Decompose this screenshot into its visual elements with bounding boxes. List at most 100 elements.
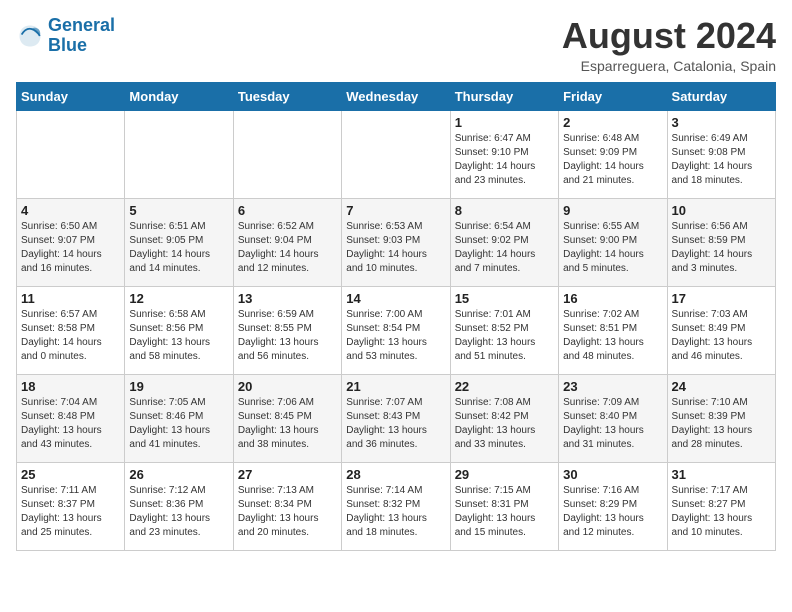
day-info: Sunrise: 6:49 AM Sunset: 9:08 PM Dayligh… xyxy=(672,132,771,188)
day-number: 26 xyxy=(129,467,228,482)
calendar-cell: 10 Sunrise: 6:56 AM Sunset: 8:59 PM Dayli… xyxy=(667,198,775,286)
page-header: General Blue August 2024 Esparreguera, C… xyxy=(16,16,776,74)
day-number: 3 xyxy=(672,115,771,130)
calendar-cell: 25 Sunrise: 7:11 AM Sunset: 8:37 PM Dayli… xyxy=(17,462,125,550)
calendar-cell: 21 Sunrise: 7:07 AM Sunset: 8:43 PM Dayli… xyxy=(342,374,450,462)
calendar-week-row: 18 Sunrise: 7:04 AM Sunset: 8:48 PM Dayli… xyxy=(17,374,776,462)
calendar-cell: 27 Sunrise: 7:13 AM Sunset: 8:34 PM Dayli… xyxy=(233,462,341,550)
calendar: SundayMondayTuesdayWednesdayThursdayFrid… xyxy=(16,82,776,551)
weekday-header: Monday xyxy=(125,82,233,110)
logo: General Blue xyxy=(16,16,115,56)
calendar-week-row: 25 Sunrise: 7:11 AM Sunset: 8:37 PM Dayli… xyxy=(17,462,776,550)
location: Esparreguera, Catalonia, Spain xyxy=(562,58,776,74)
title-block: August 2024 Esparreguera, Catalonia, Spa… xyxy=(562,16,776,74)
calendar-cell: 24 Sunrise: 7:10 AM Sunset: 8:39 PM Dayli… xyxy=(667,374,775,462)
calendar-cell: 8Sunrise: 6:54 AM Sunset: 9:02 PM Daylig… xyxy=(450,198,558,286)
day-number: 15 xyxy=(455,291,554,306)
day-number: 23 xyxy=(563,379,662,394)
day-info: Sunrise: 7:10 AM Sunset: 8:39 PM Dayligh… xyxy=(672,396,771,452)
day-info: Sunrise: 7:07 AM Sunset: 8:43 PM Dayligh… xyxy=(346,396,445,452)
day-info: Sunrise: 7:15 AM Sunset: 8:31 PM Dayligh… xyxy=(455,484,554,540)
day-number: 29 xyxy=(455,467,554,482)
month-year: August 2024 xyxy=(562,16,776,56)
calendar-cell: 19 Sunrise: 7:05 AM Sunset: 8:46 PM Dayli… xyxy=(125,374,233,462)
day-number: 24 xyxy=(672,379,771,394)
day-info: Sunrise: 7:05 AM Sunset: 8:46 PM Dayligh… xyxy=(129,396,228,452)
day-info: Sunrise: 7:12 AM Sunset: 8:36 PM Dayligh… xyxy=(129,484,228,540)
day-info: Sunrise: 6:54 AM Sunset: 9:02 PM Dayligh… xyxy=(455,220,554,276)
calendar-week-row: 11Sunrise: 6:57 AM Sunset: 8:58 PM Dayli… xyxy=(17,286,776,374)
calendar-cell: 5Sunrise: 6:51 AM Sunset: 9:05 PM Daylig… xyxy=(125,198,233,286)
day-number: 6 xyxy=(238,203,337,218)
day-number: 12 xyxy=(129,291,228,306)
calendar-cell: 1Sunrise: 6:47 AM Sunset: 9:10 PM Daylig… xyxy=(450,110,558,198)
day-number: 13 xyxy=(238,291,337,306)
calendar-cell: 31 Sunrise: 7:17 AM Sunset: 8:27 PM Dayli… xyxy=(667,462,775,550)
calendar-cell: 13 Sunrise: 6:59 AM Sunset: 8:55 PM Dayli… xyxy=(233,286,341,374)
day-info: Sunrise: 6:51 AM Sunset: 9:05 PM Dayligh… xyxy=(129,220,228,276)
calendar-cell: 26 Sunrise: 7:12 AM Sunset: 8:36 PM Dayli… xyxy=(125,462,233,550)
calendar-cell: 6 Sunrise: 6:52 AM Sunset: 9:04 PM Daylig… xyxy=(233,198,341,286)
calendar-cell: 4Sunrise: 6:50 AM Sunset: 9:07 PM Daylig… xyxy=(17,198,125,286)
day-number: 10 xyxy=(672,203,771,218)
calendar-cell: 11Sunrise: 6:57 AM Sunset: 8:58 PM Dayli… xyxy=(17,286,125,374)
day-info: Sunrise: 6:47 AM Sunset: 9:10 PM Dayligh… xyxy=(455,132,554,188)
day-number: 11 xyxy=(21,291,120,306)
calendar-week-row: 1Sunrise: 6:47 AM Sunset: 9:10 PM Daylig… xyxy=(17,110,776,198)
day-info: Sunrise: 7:08 AM Sunset: 8:42 PM Dayligh… xyxy=(455,396,554,452)
day-info: Sunrise: 6:52 AM Sunset: 9:04 PM Dayligh… xyxy=(238,220,337,276)
day-info: Sunrise: 7:01 AM Sunset: 8:52 PM Dayligh… xyxy=(455,308,554,364)
day-number: 27 xyxy=(238,467,337,482)
calendar-cell: 14 Sunrise: 7:00 AM Sunset: 8:54 PM Dayli… xyxy=(342,286,450,374)
day-number: 25 xyxy=(21,467,120,482)
day-info: Sunrise: 7:03 AM Sunset: 8:49 PM Dayligh… xyxy=(672,308,771,364)
day-number: 17 xyxy=(672,291,771,306)
calendar-cell: 29 Sunrise: 7:15 AM Sunset: 8:31 PM Dayli… xyxy=(450,462,558,550)
weekday-header: Wednesday xyxy=(342,82,450,110)
day-number: 22 xyxy=(455,379,554,394)
day-info: Sunrise: 7:13 AM Sunset: 8:34 PM Dayligh… xyxy=(238,484,337,540)
day-number: 9 xyxy=(563,203,662,218)
calendar-cell: 22 Sunrise: 7:08 AM Sunset: 8:42 PM Dayli… xyxy=(450,374,558,462)
calendar-week-row: 4Sunrise: 6:50 AM Sunset: 9:07 PM Daylig… xyxy=(17,198,776,286)
logo-line2: Blue xyxy=(48,35,87,55)
calendar-cell: 17 Sunrise: 7:03 AM Sunset: 8:49 PM Dayli… xyxy=(667,286,775,374)
logo-text: General Blue xyxy=(48,16,115,56)
day-info: Sunrise: 6:59 AM Sunset: 8:55 PM Dayligh… xyxy=(238,308,337,364)
day-number: 20 xyxy=(238,379,337,394)
weekday-header: Saturday xyxy=(667,82,775,110)
calendar-cell: 15 Sunrise: 7:01 AM Sunset: 8:52 PM Dayli… xyxy=(450,286,558,374)
day-info: Sunrise: 7:00 AM Sunset: 8:54 PM Dayligh… xyxy=(346,308,445,364)
day-info: Sunrise: 7:11 AM Sunset: 8:37 PM Dayligh… xyxy=(21,484,120,540)
calendar-cell: 28Sunrise: 7:14 AM Sunset: 8:32 PM Dayli… xyxy=(342,462,450,550)
day-number: 28 xyxy=(346,467,445,482)
day-info: Sunrise: 6:56 AM Sunset: 8:59 PM Dayligh… xyxy=(672,220,771,276)
day-info: Sunrise: 7:04 AM Sunset: 8:48 PM Dayligh… xyxy=(21,396,120,452)
day-number: 14 xyxy=(346,291,445,306)
day-number: 7 xyxy=(346,203,445,218)
day-number: 18 xyxy=(21,379,120,394)
day-info: Sunrise: 7:09 AM Sunset: 8:40 PM Dayligh… xyxy=(563,396,662,452)
day-number: 21 xyxy=(346,379,445,394)
day-number: 30 xyxy=(563,467,662,482)
calendar-cell: 3 Sunrise: 6:49 AM Sunset: 9:08 PM Daylig… xyxy=(667,110,775,198)
day-number: 16 xyxy=(563,291,662,306)
calendar-cell xyxy=(17,110,125,198)
day-number: 2 xyxy=(563,115,662,130)
day-info: Sunrise: 7:06 AM Sunset: 8:45 PM Dayligh… xyxy=(238,396,337,452)
logo-icon xyxy=(16,22,44,50)
day-info: Sunrise: 7:17 AM Sunset: 8:27 PM Dayligh… xyxy=(672,484,771,540)
day-info: Sunrise: 6:50 AM Sunset: 9:07 PM Dayligh… xyxy=(21,220,120,276)
calendar-cell xyxy=(125,110,233,198)
calendar-cell: 16Sunrise: 7:02 AM Sunset: 8:51 PM Dayli… xyxy=(559,286,667,374)
calendar-cell xyxy=(342,110,450,198)
day-number: 19 xyxy=(129,379,228,394)
calendar-cell: 12Sunrise: 6:58 AM Sunset: 8:56 PM Dayli… xyxy=(125,286,233,374)
weekday-header-row: SundayMondayTuesdayWednesdayThursdayFrid… xyxy=(17,82,776,110)
calendar-cell: 7Sunrise: 6:53 AM Sunset: 9:03 PM Daylig… xyxy=(342,198,450,286)
weekday-header: Thursday xyxy=(450,82,558,110)
day-info: Sunrise: 6:55 AM Sunset: 9:00 PM Dayligh… xyxy=(563,220,662,276)
calendar-cell: 23 Sunrise: 7:09 AM Sunset: 8:40 PM Dayli… xyxy=(559,374,667,462)
weekday-header: Friday xyxy=(559,82,667,110)
day-number: 31 xyxy=(672,467,771,482)
